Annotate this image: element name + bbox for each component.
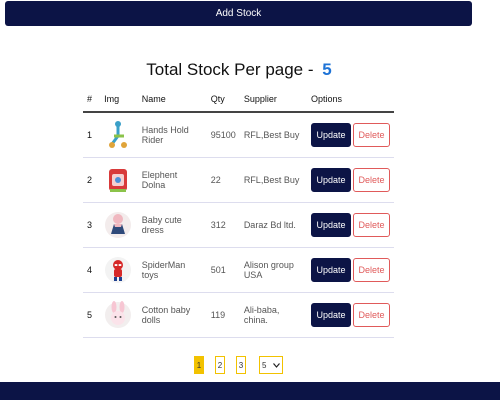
table-row: 5 Cotton baby dolls 119 Ali-baba, china.… bbox=[83, 292, 394, 338]
page-button-1[interactable]: 1 bbox=[194, 356, 204, 374]
row-supplier: RFL,Best Buy bbox=[239, 112, 307, 158]
row-qty: 119 bbox=[206, 292, 240, 338]
per-page-value: 5 bbox=[262, 360, 267, 370]
row-image bbox=[100, 202, 138, 248]
chevron-down-icon bbox=[273, 362, 280, 368]
row-image bbox=[100, 247, 138, 293]
row-image bbox=[100, 157, 138, 203]
column-header-name: Name bbox=[137, 87, 207, 113]
per-page-select[interactable]: 5 bbox=[259, 356, 283, 374]
row-qty: 312 bbox=[206, 202, 240, 248]
delete-button[interactable]: Delete bbox=[353, 168, 390, 192]
bunny-doll-icon bbox=[105, 301, 132, 328]
update-button[interactable]: Update bbox=[311, 168, 351, 192]
row-options: Update Delete bbox=[307, 247, 394, 293]
delete-button[interactable]: Delete bbox=[353, 213, 390, 237]
stock-count: 5 bbox=[322, 60, 332, 79]
row-number: 3 bbox=[83, 202, 101, 248]
row-number: 5 bbox=[83, 292, 101, 338]
update-button[interactable]: Update bbox=[311, 123, 351, 147]
row-number: 1 bbox=[83, 112, 101, 158]
page-button-2[interactable]: 2 bbox=[215, 356, 225, 374]
column-header-supplier: Supplier bbox=[239, 87, 307, 113]
elephant-swing-icon bbox=[109, 169, 128, 192]
row-supplier: Daraz Bd ltd. bbox=[239, 202, 307, 248]
row-qty: 501 bbox=[206, 247, 240, 293]
page-title: Total Stock Per page - 5 bbox=[0, 60, 478, 80]
row-image bbox=[100, 112, 138, 158]
row-name: Cotton baby dolls bbox=[137, 292, 207, 338]
footer-bar bbox=[0, 382, 500, 400]
update-button[interactable]: Update bbox=[311, 213, 351, 237]
table-header-row: # Img Name Qty Supplier Options bbox=[83, 87, 394, 113]
column-header-options: Options bbox=[307, 87, 394, 113]
row-name: Baby cute dress bbox=[137, 202, 207, 248]
row-name: Elephent Dolna bbox=[137, 157, 207, 203]
row-name: SpiderMan toys bbox=[137, 247, 207, 293]
table-row: 3 Baby cute dress 312 Daraz Bd ltd. Upda… bbox=[83, 202, 394, 248]
row-number: 4 bbox=[83, 247, 101, 293]
table-row: 4 SpiderMan toys 501 Alison group USA Up… bbox=[83, 247, 394, 293]
row-supplier: RFL,Best Buy bbox=[239, 157, 307, 203]
column-header-img: Img bbox=[100, 87, 138, 113]
toy-rider-icon bbox=[109, 121, 128, 148]
page-button-3[interactable]: 3 bbox=[236, 356, 246, 374]
row-options: Update Delete bbox=[307, 292, 394, 338]
row-options: Update Delete bbox=[307, 112, 394, 158]
page-title-text: Total Stock Per page - bbox=[146, 60, 314, 79]
row-supplier: Alison group USA bbox=[239, 247, 307, 293]
spiderman-toy-icon bbox=[105, 257, 132, 283]
delete-button[interactable]: Delete bbox=[353, 303, 390, 327]
row-supplier: Ali-baba, china. bbox=[239, 292, 307, 338]
row-qty: 95100 bbox=[206, 112, 240, 158]
delete-button[interactable]: Delete bbox=[353, 258, 390, 282]
table-row: 2 Elephent Dolna 22 RFL,Best Buy Update D… bbox=[83, 157, 394, 203]
table-row: 1 Hands Hold Rider 95100 RFL,Best Buy Up… bbox=[83, 112, 394, 158]
delete-button[interactable]: Delete bbox=[353, 123, 390, 147]
row-qty: 22 bbox=[206, 157, 240, 203]
row-number: 2 bbox=[83, 157, 101, 203]
baby-dress-icon bbox=[105, 212, 132, 238]
update-button[interactable]: Update bbox=[311, 258, 351, 282]
update-button[interactable]: Update bbox=[311, 303, 351, 327]
row-options: Update Delete bbox=[307, 157, 394, 203]
row-options: Update Delete bbox=[307, 202, 394, 248]
column-header-number: # bbox=[83, 87, 101, 113]
pagination: 1 2 3 5 bbox=[194, 356, 283, 374]
add-stock-button[interactable]: Add Stock bbox=[5, 1, 472, 26]
column-header-qty: Qty bbox=[206, 87, 240, 113]
row-image bbox=[100, 292, 138, 338]
stock-table: # Img Name Qty Supplier Options 1 Hands … bbox=[83, 87, 394, 338]
row-name: Hands Hold Rider bbox=[137, 112, 207, 158]
